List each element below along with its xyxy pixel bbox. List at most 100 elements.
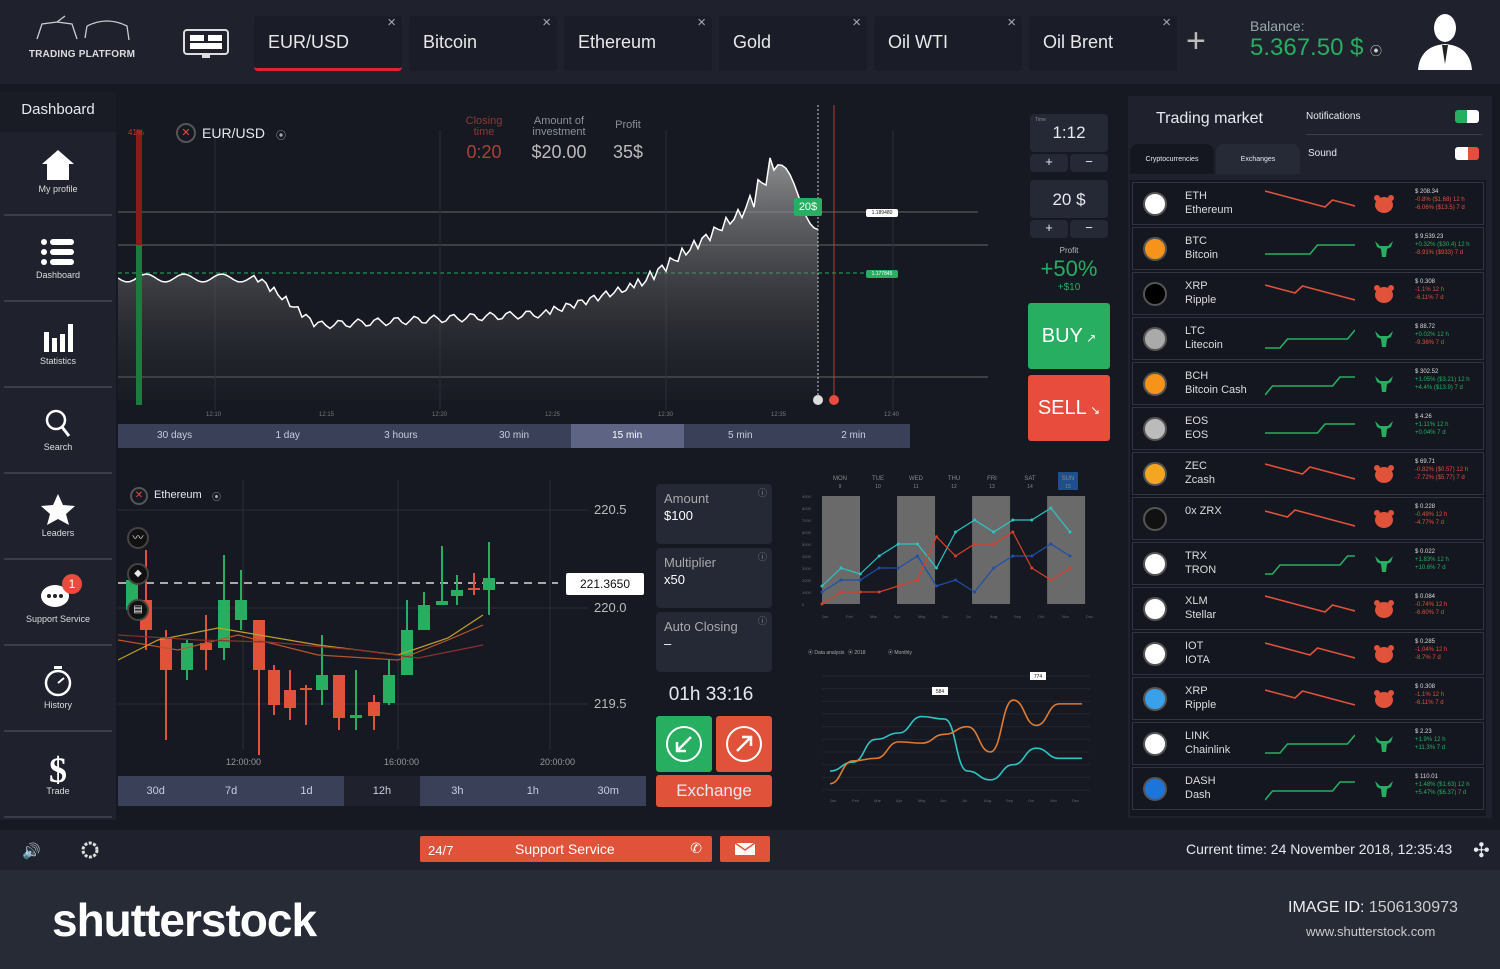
- close-tab-icon[interactable]: ×: [852, 14, 861, 31]
- market-row[interactable]: IOT IOTA $ 0.285 -1.04% 12 h -8.7% 7 d: [1132, 632, 1484, 675]
- market-row[interactable]: BCH Bitcoin Cash $ 302.52 +1.05% ($3.21) 12…: [1132, 362, 1484, 405]
- balance-dropdown-icon[interactable]: ⦿: [1370, 42, 1382, 59]
- data-point: [1049, 578, 1053, 582]
- sound-toggle[interactable]: [1455, 147, 1479, 160]
- support-service-button[interactable]: 24/7 Support Service ✆: [420, 836, 712, 862]
- amount-minus-button[interactable]: −: [1070, 220, 1108, 238]
- timeframe-5-min[interactable]: 5 min: [684, 424, 797, 448]
- market-row[interactable]: ETH Ethereum $ 208.34 -0.8% ($1.68) 12 h -6.…: [1132, 182, 1484, 225]
- eth-x-tick: 12:00:00: [226, 757, 262, 767]
- trade-up-button[interactable]: [716, 716, 772, 772]
- sparkline: [1265, 509, 1355, 527]
- pair-settings-icon[interactable]: ⦿: [276, 127, 286, 142]
- logo: TRADING PLATFORM: [22, 14, 142, 64]
- exchange-button[interactable]: Exchange: [656, 775, 772, 807]
- market-row[interactable]: XRP Ripple $ 0.308 -1.1% 12 h -6.11% 7 d: [1132, 677, 1484, 720]
- collapse-icon[interactable]: ✣: [1473, 838, 1490, 863]
- close-tab-icon[interactable]: ×: [1007, 14, 1016, 31]
- amount-box[interactable]: 20 $: [1030, 180, 1108, 218]
- close-tab-icon[interactable]: ×: [387, 14, 396, 31]
- market-row[interactable]: EOS EOS $ 4.26 +1.11% 12 h +0.04% 7 d: [1132, 407, 1484, 450]
- market-row[interactable]: LTC Litecoin $ 88.72 +0.02% 12 h -9.36% 7 d: [1132, 317, 1484, 360]
- tab-bitcoin[interactable]: Bitcoin ×: [409, 14, 557, 71]
- timeframe-30m[interactable]: 30m: [571, 776, 646, 806]
- sidebar-item-statistics[interactable]: Statistics: [4, 306, 112, 388]
- timeframe-30-min[interactable]: 30 min: [457, 424, 570, 448]
- time-box[interactable]: Time 1:12: [1030, 114, 1108, 152]
- sidebar-item-trade[interactable]: $ Trade: [4, 736, 112, 818]
- current-price-tag: 221.3650: [566, 573, 644, 595]
- close-pair-button[interactable]: ✕: [176, 123, 196, 143]
- market-row[interactable]: ZEC Zcash $ 69.71 -0.82% ($0.57) 12 h -7.72%…: [1132, 452, 1484, 495]
- timeframe-1d[interactable]: 1d: [269, 776, 344, 806]
- sidebar-item-support-service[interactable]: Support Service 1: [4, 564, 112, 646]
- timeframe-7d[interactable]: 7d: [193, 776, 268, 806]
- settings-button[interactable]: [80, 840, 100, 865]
- add-tab-button[interactable]: +: [1186, 22, 1206, 61]
- sparkline: [1265, 244, 1355, 255]
- tab-cryptocurrencies[interactable]: Cryptocurrencies: [1130, 144, 1214, 174]
- time-plus-button[interactable]: +: [1030, 154, 1068, 172]
- balance-label: Balance:: [1250, 18, 1305, 34]
- timeframe-15-min[interactable]: 15 min: [570, 424, 684, 448]
- x-tick-label: 12:15: [319, 412, 335, 418]
- bear-icon: [1374, 195, 1394, 213]
- coin-price: $ 110.01: [1415, 774, 1438, 780]
- market-row[interactable]: 0x ZRX $ 0.228 -0.49% 12 h -4.77% 7 d: [1132, 497, 1484, 540]
- market-row[interactable]: BTC Bitcoin $ 9,539.23 +0.32% ($30.4) 12 h -…: [1132, 227, 1484, 270]
- multiplier-card[interactable]: ⓘ Multiplier x50: [656, 548, 772, 608]
- timeframe-3h[interactable]: 3h: [420, 776, 495, 806]
- market-row[interactable]: XLM Stellar $ 0.084 -0.74% 12 h -6.60% 7 d: [1132, 587, 1484, 630]
- tab-oil-brent[interactable]: Oil Brent ×: [1029, 14, 1177, 71]
- close-tab-icon[interactable]: ×: [542, 14, 551, 31]
- annotation-label: 774: [1034, 674, 1043, 680]
- amount-card[interactable]: ⓘ Amount $100: [656, 484, 772, 544]
- market-row[interactable]: XRP Ripple $ 0.308 -1.1% 12 h -6.11% 7 d: [1132, 272, 1484, 315]
- layout-button[interactable]: [182, 28, 230, 60]
- sidebar-item-my-profile[interactable]: My profile: [4, 134, 112, 216]
- time-minus-button[interactable]: −: [1070, 154, 1108, 172]
- auto-closing-card[interactable]: ⓘ Auto Closing –: [656, 612, 772, 672]
- timeframe-30d[interactable]: 30d: [118, 776, 193, 806]
- timeframe-30-days[interactable]: 30 days: [118, 424, 231, 448]
- timeframe-2-min[interactable]: 2 min: [797, 424, 910, 448]
- eth-settings-icon[interactable]: ⦿: [212, 490, 221, 503]
- sidebar-item-history[interactable]: History: [4, 650, 112, 732]
- tab-gold[interactable]: Gold ×: [719, 14, 867, 71]
- tab-exchanges[interactable]: Exchanges: [1216, 144, 1300, 174]
- close-eth-button[interactable]: ✕: [130, 487, 148, 505]
- tab-ethereum[interactable]: Ethereum ×: [564, 14, 712, 71]
- drawing-tool-icon[interactable]: ◆: [127, 563, 149, 585]
- notifications-toggle[interactable]: [1455, 110, 1479, 123]
- market-row[interactable]: TRX TRON $ 0.022 +1.83% 12 h +10.6% 7 d: [1132, 542, 1484, 585]
- tab-oil-wti[interactable]: Oil WTI ×: [874, 14, 1022, 71]
- close-tab-icon[interactable]: ×: [697, 14, 706, 31]
- coin-fullname: Ripple: [1185, 294, 1217, 306]
- close-tab-icon[interactable]: ×: [1162, 14, 1171, 31]
- sidebar-item-leaders[interactable]: Leaders: [4, 478, 112, 560]
- timeframe-1-day[interactable]: 1 day: [231, 424, 344, 448]
- amount-plus-button[interactable]: +: [1030, 220, 1068, 238]
- table-tool-icon[interactable]: ▤: [127, 599, 149, 621]
- tab-eur-usd[interactable]: EUR/USD ×: [254, 14, 402, 71]
- bear-icon: [1374, 285, 1394, 303]
- trade-down-button[interactable]: [656, 716, 712, 772]
- sell-button[interactable]: SELL ↘: [1028, 375, 1110, 441]
- user-avatar[interactable]: [1414, 8, 1476, 72]
- sparkline-path: [1265, 642, 1355, 659]
- indicator-tool-icon[interactable]: 〰: [127, 527, 149, 549]
- buy-button[interactable]: BUY ↗: [1028, 303, 1110, 369]
- x-tick-label: 12:35: [771, 412, 787, 418]
- coin-fullname: Litecoin: [1185, 339, 1223, 351]
- mail-button[interactable]: [720, 836, 770, 862]
- timeframe-12h[interactable]: 12h: [344, 776, 420, 806]
- data-point: [954, 530, 957, 534]
- timeframe-3-hours[interactable]: 3 hours: [344, 424, 457, 448]
- market-row[interactable]: DASH Dash $ 110.01 +1.48% ($1.63) 12 h +5.47…: [1132, 767, 1484, 810]
- coin-fullname: Dash: [1185, 789, 1211, 801]
- timeframe-1h[interactable]: 1h: [495, 776, 570, 806]
- sidebar-item-search[interactable]: Search: [4, 392, 112, 474]
- volume-icon[interactable]: 🔊: [22, 842, 41, 860]
- market-row[interactable]: LINK Chainlink $ 2.23 +1.9% 12 h +11.3% 7 d: [1132, 722, 1484, 765]
- sidebar-item-dashboard[interactable]: Dashboard: [4, 220, 112, 302]
